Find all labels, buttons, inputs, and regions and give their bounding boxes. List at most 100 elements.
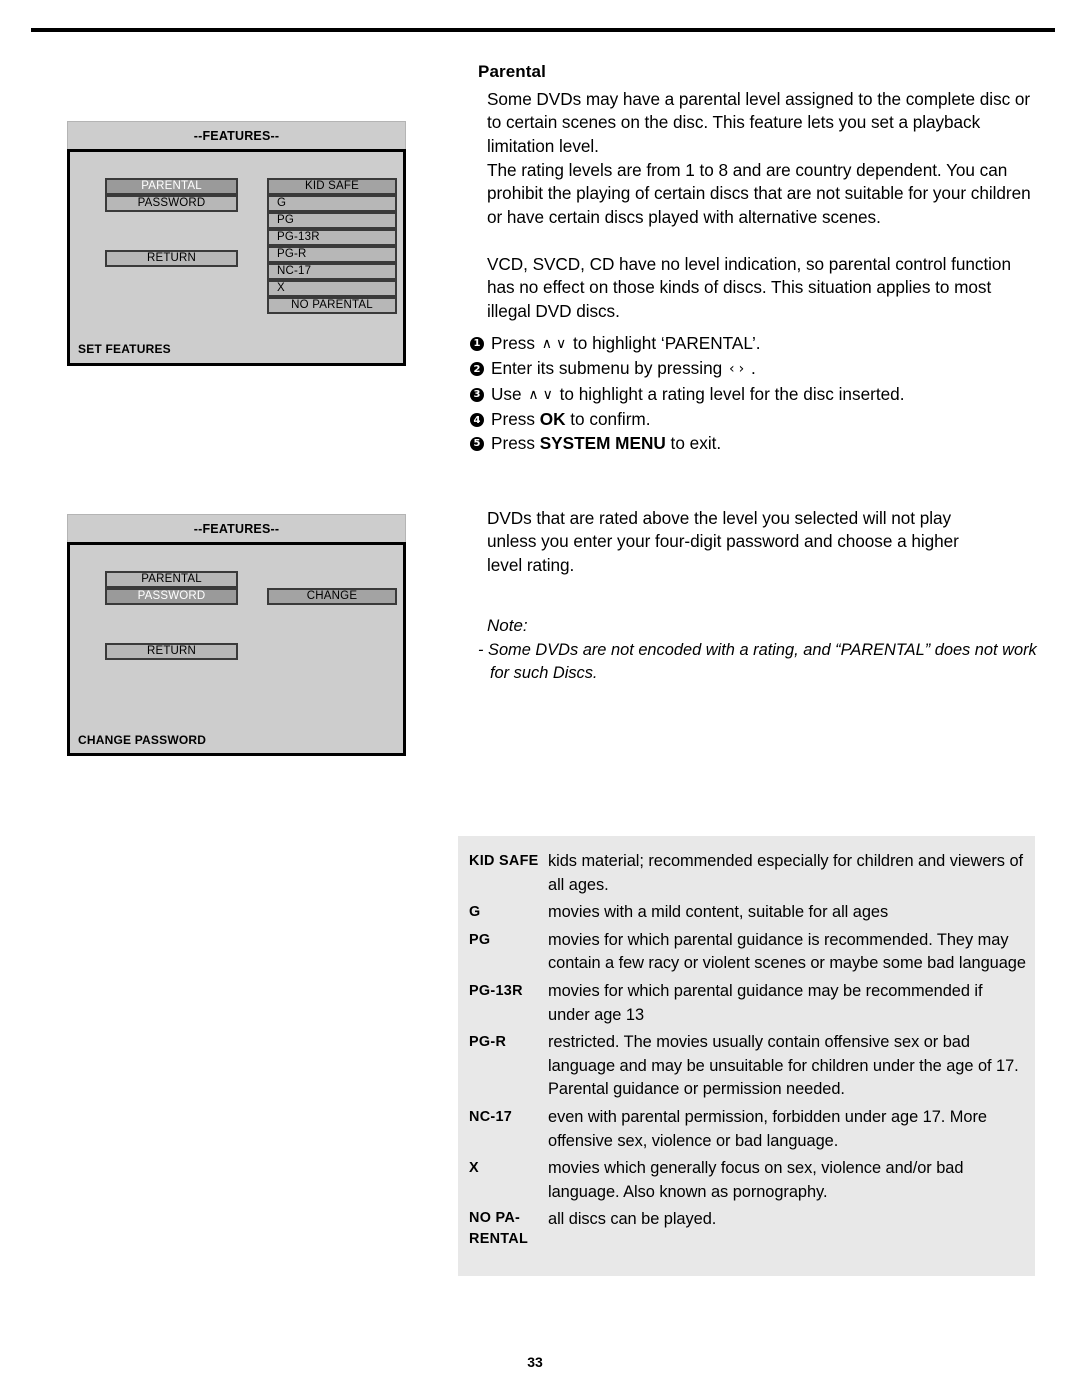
step-text-post: to highlight ‘PARENTAL’. — [568, 333, 761, 353]
paragraph-vcd-note: VCD, SVCD, CD have no level indication, … — [487, 254, 1011, 321]
table-row: G movies with a mild content, suitable f… — [458, 901, 1035, 925]
osd-body: PARENTAL PASSWORD RETURN CHANGE CHANGE P… — [67, 542, 406, 756]
step-bullet-5: 5 — [470, 436, 484, 451]
osd-rating-label: G — [277, 196, 287, 209]
rating-description: movies with a mild content, suitable for… — [548, 903, 889, 922]
step-text: Press SYSTEM MENU to exit. — [491, 432, 1050, 455]
osd-figure-change-password: --FEATURES-- PARENTAL PASSWORD RETURN CH… — [67, 514, 406, 756]
step-text-pre: Press — [491, 432, 540, 453]
rating-key: PG-R — [469, 1034, 507, 1051]
rating-description: kids material; recommended especially fo… — [548, 852, 1024, 894]
step-bullet-1: 1 — [470, 337, 484, 351]
osd-rating-label: X — [277, 281, 285, 294]
arrow-down-icon: ∨ — [542, 386, 553, 403]
step-bullet-3: 3 — [470, 387, 484, 402]
osd-rating-label: NO PARENTAL — [291, 298, 373, 311]
step-item: 4 Press OK to confirm. — [470, 408, 1050, 431]
rating-key: NO PA- RENTAL — [469, 1210, 529, 1248]
rating-key: KID SAFE — [469, 853, 539, 869]
ratings-table: KID SAFE kids material; recommended espe… — [458, 836, 1035, 1277]
osd-return-button[interactable]: RETURN — [105, 643, 238, 660]
page-number: 33 — [0, 1354, 1080, 1370]
osd-return-label: RETURN — [146, 251, 197, 264]
osd-menu-item-label: PASSWORD — [137, 196, 206, 209]
osd-rating-label: PG-R — [277, 247, 307, 260]
rating-key: NC-17 — [469, 1108, 513, 1125]
paragraph-password-rating: DVDs that are rated above the level you … — [487, 508, 959, 575]
osd-rating-kid-safe[interactable]: KID SAFE — [267, 178, 397, 195]
table-row: PG-R restricted. The movies usually cont… — [458, 1031, 1035, 1102]
key-system-menu-label: SYSTEM MENU — [539, 432, 666, 453]
table-row: NC-17 even with parental permission, for… — [458, 1106, 1035, 1153]
step-item: 3 Use ∧ ∨ to highlight a rating level for… — [470, 383, 1050, 408]
osd-body: PARENTAL PASSWORD RETURN KID SAFE G PG P… — [67, 149, 406, 366]
step-bullet-2: 2 — [470, 362, 484, 377]
rating-key: G — [469, 904, 481, 921]
osd-menu-item-parental[interactable]: PARENTAL — [105, 178, 238, 195]
rating-description: all discs can be played. — [548, 1210, 717, 1229]
table-row: KID SAFE kids material; recommended espe… — [458, 850, 1035, 897]
osd-rating-label: PG — [277, 213, 295, 226]
table-row: X movies which generally focus on sex, v… — [458, 1157, 1035, 1204]
manual-page: --FEATURES-- PARENTAL PASSWORD RETURN KI… — [0, 0, 1080, 1397]
step-text-post: to highlight a rating level for the disc… — [554, 383, 905, 404]
header-rule — [31, 28, 1055, 32]
osd-footer-label: SET FEATURES — [78, 342, 171, 356]
step-item: 5 Press SYSTEM MENU to exit. — [470, 432, 1050, 455]
page-title: Parental — [478, 62, 546, 81]
step-text-post: . — [746, 358, 756, 379]
osd-rating-g[interactable]: G — [267, 195, 397, 212]
note-body: - Some DVDs are not encoded with a ratin… — [478, 639, 1048, 684]
rating-key: PG — [469, 931, 491, 948]
osd-figure-set-features: --FEATURES-- PARENTAL PASSWORD RETURN KI… — [67, 121, 406, 366]
page-number-value: 33 — [527, 1354, 543, 1370]
osd-title-bar: --FEATURES-- — [67, 514, 406, 542]
arrow-right-icon: › — [738, 361, 745, 378]
rating-key: PG-13R — [469, 982, 523, 999]
osd-menu-item-label: PARENTAL — [141, 179, 202, 192]
osd-title-bar: --FEATURES-- — [67, 121, 406, 149]
rating-description: movies for which parental guidance may b… — [548, 981, 983, 1024]
key-ok-label: OK — [539, 409, 566, 430]
osd-return-button[interactable]: RETURN — [105, 250, 238, 267]
osd-rating-label: KID SAFE — [304, 179, 359, 192]
osd-menu-item-label: PARENTAL — [141, 572, 202, 585]
step-item: 1 Press ∧ ∨ to highlight ‘PARENTAL’. — [470, 332, 1050, 357]
step-text: Press ∧ ∨ to highlight ‘PARENTAL’. — [491, 332, 1050, 357]
osd-rating-x[interactable]: X — [267, 280, 397, 297]
step-bullet-4: 4 — [470, 413, 484, 428]
osd-rating-label: PG-13R — [277, 230, 320, 243]
note-line-1: - Some DVDs are not encoded with a ratin… — [478, 641, 1037, 659]
step-text-pre: Press — [491, 409, 540, 430]
table-row: PG movies for which parental guidance is… — [458, 929, 1035, 976]
osd-menu-item-parental[interactable]: PARENTAL — [105, 571, 238, 588]
rating-description: movies which generally focus on sex, vio… — [548, 1159, 964, 1201]
note-label: Note: — [487, 616, 528, 635]
step-text: Enter its submenu by pressing ‹ › . — [491, 357, 1050, 382]
table-row: PG-13R movies for which parental guidanc… — [458, 980, 1035, 1027]
rating-key: X — [469, 1160, 479, 1177]
osd-return-label: RETURN — [146, 644, 197, 657]
osd-menu-item-password[interactable]: PASSWORD — [105, 195, 238, 212]
osd-change-button[interactable]: CHANGE — [267, 588, 397, 605]
osd-rating-label: NC-17 — [277, 264, 312, 277]
osd-menu-item-label: PASSWORD — [137, 589, 206, 602]
step-text-pre: Press — [491, 333, 540, 353]
osd-change-label: CHANGE — [306, 589, 358, 602]
paragraph-rating-levels: The rating levels are from 1 to 8 and ar… — [487, 160, 1031, 227]
osd-rating-nc-17[interactable]: NC-17 — [267, 263, 397, 280]
step-text-pre: Use — [491, 383, 527, 404]
osd-rating-pg[interactable]: PG — [267, 212, 397, 229]
osd-footer-label: CHANGE PASSWORD — [78, 733, 207, 747]
arrow-up-icon: ∧ — [528, 386, 539, 403]
osd-menu-item-password[interactable]: PASSWORD — [105, 588, 238, 605]
rating-description: movies for which parental guidance is re… — [548, 930, 1026, 973]
rating-description: restricted. The movies usually contain o… — [548, 1033, 1019, 1099]
step-text-post: to confirm. — [565, 409, 651, 430]
osd-rating-no-parental[interactable]: NO PARENTAL — [267, 297, 397, 314]
osd-rating-pg-r[interactable]: PG-R — [267, 246, 397, 263]
paragraph-intro: Some DVDs may have a parental level assi… — [487, 89, 1031, 156]
step-text: Press OK to confirm. — [491, 408, 1050, 431]
table-row: NO PA- RENTAL all discs can be played. — [458, 1208, 1035, 1250]
osd-rating-pg-13r[interactable]: PG-13R — [267, 229, 397, 246]
